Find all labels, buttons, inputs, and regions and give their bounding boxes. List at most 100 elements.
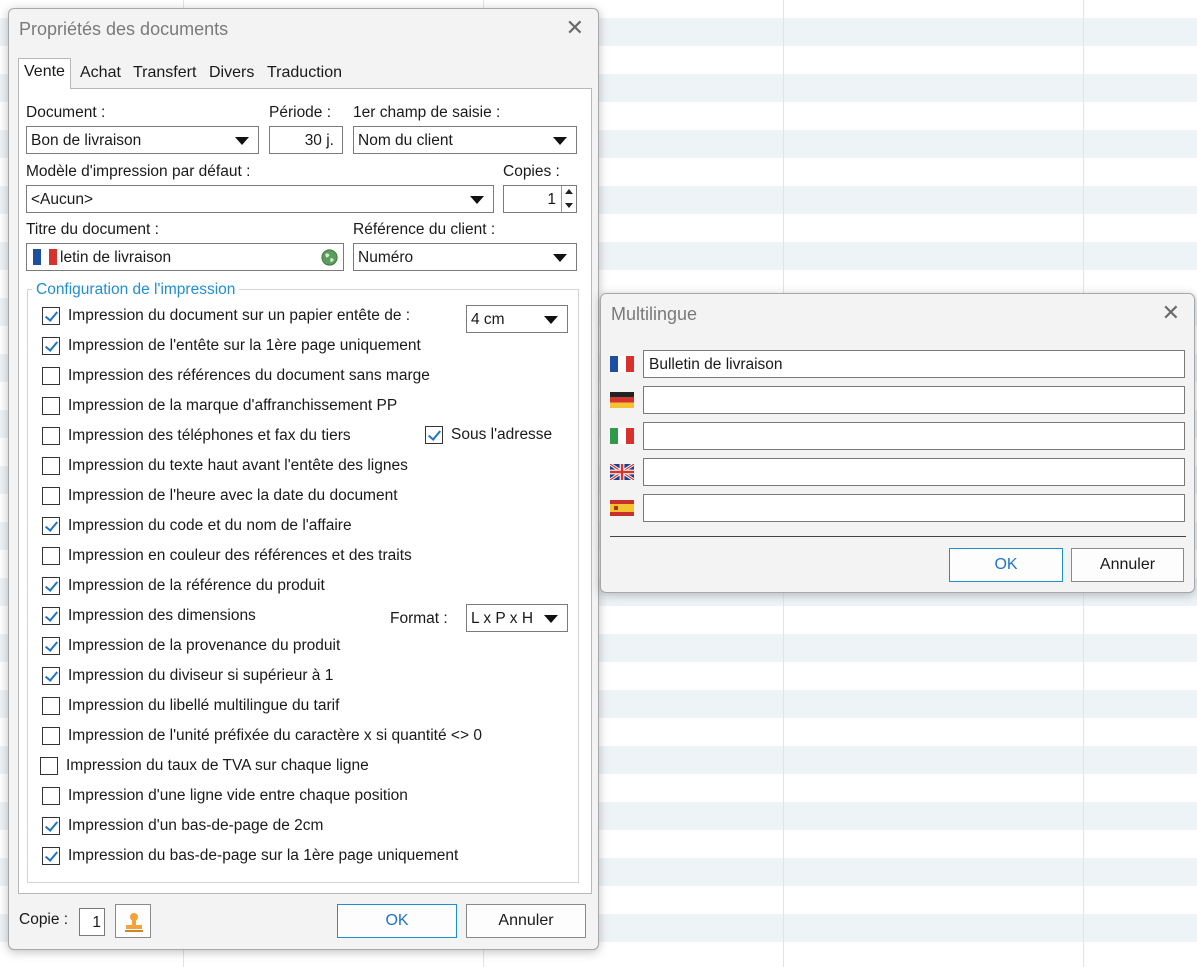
format-select[interactable]: L x P x H [466,604,568,632]
close-icon[interactable]: ✕ [566,17,584,39]
option-checkbox[interactable] [42,787,60,805]
titre-value: letin de livraison [60,249,172,266]
option-checkbox[interactable] [42,697,60,715]
document-select[interactable]: Bon de livraison [26,126,259,154]
option-label: Impression en couleur des références et … [68,547,412,564]
multilingue-input-gb[interactable] [643,458,1185,486]
copies-stepper[interactable]: 1 [503,185,577,213]
multilingue-input-it[interactable] [643,422,1185,450]
reference-label: Référence du client : [353,221,496,238]
ok-button[interactable]: OK [337,904,457,938]
option-label: Impression de la référence du produit [68,577,325,594]
reference-select[interactable]: Numéro [353,243,577,271]
option-checkbox[interactable] [40,757,58,775]
option-checkbox[interactable] [42,517,60,535]
chevron-down-icon [544,316,558,324]
premier-champ-select[interactable]: Nom du client [353,126,577,154]
option-label: Impression des dimensions [68,607,256,624]
option-label: Impression d'une ligne vide entre chaque… [68,787,408,804]
option-label: Impression d'un bas-de-page de 2cm [68,817,324,834]
chevron-down-icon [544,615,558,623]
option-label: Impression de l'unité préfixée du caract… [68,727,482,744]
stamp-icon [125,913,143,932]
option-checkbox[interactable] [42,727,60,745]
copie-input[interactable]: 1 [79,908,105,936]
copie-label: Copie : [19,911,69,928]
chevron-down-icon [553,137,567,145]
configuration-group-title: Configuration de l'impression [32,281,240,299]
tab-traduction[interactable]: Traduction [262,60,347,86]
chevron-down-icon [235,137,249,145]
option-label: Impression de la marque d'affranchisseme… [68,397,398,414]
copies-value: 1 [547,191,556,208]
option-checkbox[interactable] [42,637,60,655]
multilingue-input-fr[interactable]: Bulletin de livraison [643,350,1185,378]
option-label: Impression du diviseur si supérieur à 1 [68,667,334,684]
modele-label: Modèle d'impression par défaut : [26,163,251,180]
option-checkbox[interactable] [42,457,60,475]
spin-down-icon[interactable] [561,199,576,212]
modele-value: <Aucun> [31,191,94,208]
tab-achat[interactable]: Achat [75,60,126,86]
option-label: Impression de la provenance du produit [68,637,341,654]
flag-it-icon [610,428,634,444]
periode-label: Période : [269,104,332,121]
option-label: Impression du code et du nom de l'affair… [68,517,352,534]
option-checkbox[interactable] [42,607,60,625]
flag-es-icon [610,500,634,516]
format-value: L x P x H [471,610,534,627]
option-label: Impression de l'entête sur la 1ère page … [68,337,421,354]
option-checkbox[interactable] [42,307,60,325]
multilingue-title: Multilingue [611,304,698,324]
copies-label: Copies : [503,163,560,180]
periode-value: 30 j. [304,132,334,149]
option-label: Impression des références du document sa… [68,367,430,384]
document-value: Bon de livraison [31,132,142,149]
periode-input[interactable]: 30 j. [269,126,343,154]
multilingue-input-de[interactable] [643,386,1185,414]
option-label: Impression du document sur un papier ent… [68,307,411,324]
option-checkbox[interactable] [42,667,60,685]
option-label: Impression des téléphones et fax du tier… [68,427,351,444]
stamp-button[interactable] [115,904,151,938]
dialog-title: Propriétés des documents [19,19,229,39]
entete-size-select[interactable]: 4 cm [466,305,568,333]
multilingue-ok-button[interactable]: OK [949,548,1063,582]
multilingue-cancel-button[interactable]: Annuler [1071,548,1184,582]
multilingue-input-es[interactable] [643,494,1185,522]
flag-fr-icon [33,249,57,265]
option-checkbox[interactable] [42,427,60,445]
multilingue-value-fr: Bulletin de livraison [649,356,783,373]
sous-adresse-checkbox[interactable] [425,426,443,444]
titre-input[interactable]: letin de livraison [26,243,344,271]
option-checkbox[interactable] [42,367,60,385]
tab-vente[interactable]: Vente [18,58,71,89]
premier-champ-label: 1er champ de saisie : [353,104,501,121]
cancel-button[interactable]: Annuler [466,904,586,938]
entete-size-value: 4 cm [471,311,505,328]
chevron-down-icon [553,254,567,262]
option-checkbox[interactable] [42,337,60,355]
modele-select[interactable]: <Aucun> [26,185,494,213]
close-icon[interactable]: ✕ [1162,302,1180,324]
option-checkbox[interactable] [42,847,60,865]
option-checkbox[interactable] [42,547,60,565]
option-label: Impression du libellé multilingue du tar… [68,697,340,714]
globe-icon[interactable] [321,249,338,266]
tab-transfert[interactable]: Transfert [128,60,201,86]
option-checkbox[interactable] [42,397,60,415]
tab-divers[interactable]: Divers [204,60,259,86]
option-label: Impression du texte haut avant l'entête … [68,457,408,474]
option-label: Impression du bas-de-page sur la 1ère pa… [68,847,459,864]
option-checkbox[interactable] [42,487,60,505]
flag-gb-icon [610,464,634,480]
document-label: Document : [26,104,106,121]
copie-value: 1 [92,914,101,931]
reference-value: Numéro [358,249,414,266]
spin-up-icon[interactable] [561,186,576,199]
option-label: Impression de l'heure avec la date du do… [68,487,398,504]
flag-de-icon [610,392,634,408]
option-label: Impression du taux de TVA sur chaque lig… [66,757,369,774]
option-checkbox[interactable] [42,817,60,835]
option-checkbox[interactable] [42,577,60,595]
